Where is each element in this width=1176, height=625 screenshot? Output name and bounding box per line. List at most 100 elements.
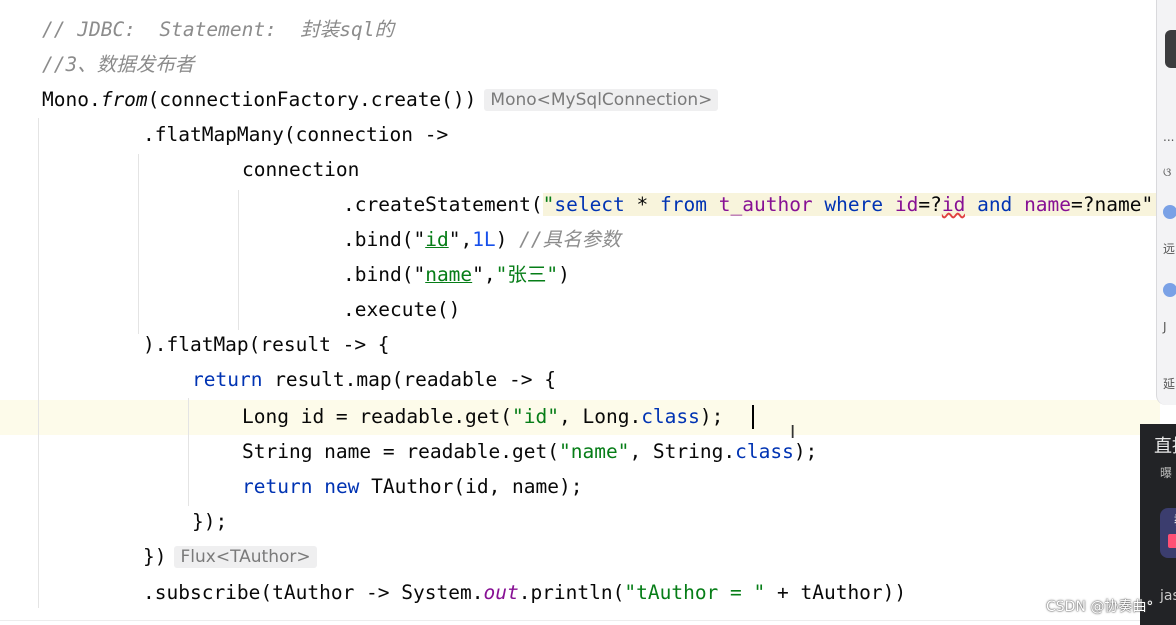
code-token: Long id = readable.get( — [242, 405, 513, 428]
code-token: .createStatement( — [343, 193, 543, 216]
code-token: //3、数据发布者 — [42, 53, 195, 76]
code-token: Mono. — [42, 88, 101, 111]
code-token — [1012, 193, 1025, 216]
panel-dot-icon — [1163, 205, 1176, 219]
panel-handle-icon[interactable] — [1165, 30, 1176, 68]
code-token: result.map(readable -> { — [262, 368, 556, 391]
code-line[interactable]: String name = readable.get("name", Strin… — [242, 434, 817, 469]
code-token: + tAuthor)) — [765, 581, 907, 604]
watermark: CSDN @协奏曲° — [1046, 599, 1154, 615]
ibeam-cursor-icon: I — [790, 422, 796, 443]
code-token: "tAuthor = " — [624, 581, 766, 604]
code-token: return — [242, 475, 313, 498]
code-line[interactable]: // JDBC: Statement: 封装sql的 — [42, 12, 394, 47]
panel-item[interactable]: J — [1163, 320, 1167, 334]
code-editor[interactable]: // JDBC: Statement: 封装sql的 //3、数据发布者 Mono.… — [0, 0, 1176, 625]
code-token: class — [735, 440, 794, 463]
code-token: .execute() — [343, 298, 461, 321]
code-token: String name = readable.get( — [242, 440, 559, 463]
indent-guide — [188, 398, 189, 506]
right-side-panel[interactable]: ... ଓ 远 J 延 — [1156, 0, 1176, 405]
code-line[interactable]: ).flatMap(result -> { — [143, 327, 390, 362]
code-token: and — [977, 193, 1013, 216]
code-token: "id" — [512, 405, 559, 428]
code-token: " — [542, 193, 555, 216]
code-token: return — [192, 368, 263, 391]
code-token: ); — [793, 440, 818, 463]
code-line[interactable]: .subscribe(tAuthor -> System.out.println… — [143, 575, 906, 610]
code-token: (connectionFactory.create()) — [147, 88, 477, 111]
overlay-title: 直播 — [1154, 436, 1176, 457]
code-token: where — [824, 193, 884, 216]
code-token: connection — [242, 158, 360, 181]
code-token: name — [1024, 193, 1072, 216]
code-token: out — [483, 581, 519, 604]
editor-bottom-border — [0, 620, 1140, 621]
code-token: from — [100, 88, 148, 111]
panel-item[interactable]: 延 — [1163, 375, 1175, 392]
code-line[interactable]: .execute() — [343, 292, 460, 327]
code-token: new — [324, 475, 360, 498]
code-token: // JDBC: Statement: 封装sql的 — [42, 18, 394, 41]
code-token: .println( — [518, 581, 625, 604]
code-token: id — [425, 228, 449, 251]
code-token: ) — [495, 228, 520, 251]
code-token: " — [472, 263, 484, 286]
code-token: * — [624, 193, 661, 216]
indent-guide — [238, 190, 239, 330]
code-token: " — [448, 228, 461, 251]
type-hint: Flux<TAuthor> — [174, 546, 317, 568]
code-token: t_author — [718, 193, 813, 216]
code-token: }); — [192, 510, 228, 533]
code-token: , — [460, 228, 473, 251]
panel-item[interactable]: ... — [1163, 130, 1174, 144]
code-line[interactable]: Long id = readable.get("id", Long.class)… — [242, 399, 723, 434]
code-token: " — [413, 228, 426, 251]
code-token: ) — [558, 263, 570, 286]
code-token: from — [660, 193, 707, 216]
code-token: =? — [918, 193, 942, 216]
code-line[interactable]: .bind("id",1L) //具名参数 — [343, 222, 621, 257]
code-line[interactable]: return result.map(readable -> { — [192, 362, 556, 397]
indent-guide — [138, 154, 139, 334]
code-token: id — [941, 193, 966, 216]
text-caret — [752, 405, 754, 429]
panel-dot-icon — [1163, 283, 1176, 297]
code-line[interactable]: connection — [242, 152, 359, 187]
live-stream-overlay[interactable]: 直播 曝 教 jas — [1140, 424, 1176, 625]
code-token: .subscribe(tAuthor -> System. — [143, 581, 484, 604]
code-token: .bind( — [343, 228, 414, 251]
code-token: " — [413, 263, 426, 286]
code-line[interactable]: return new TAuthor(id, name); — [242, 469, 583, 504]
code-token — [965, 193, 978, 216]
code-line[interactable]: }); — [192, 504, 227, 539]
panel-item[interactable]: ଓ — [1163, 165, 1171, 180]
code-token: name — [425, 263, 473, 286]
overlay-footer: jas — [1160, 588, 1176, 604]
code-line[interactable]: Mono.from(connectionFactory.create()) Mon… — [42, 82, 719, 117]
code-line[interactable]: .createStatement("select * from t_author… — [343, 187, 1176, 222]
code-token: }) — [143, 545, 167, 568]
code-token: class — [641, 405, 700, 428]
code-token: id — [894, 193, 919, 216]
code-token: 1L — [472, 228, 496, 251]
code-line[interactable]: .bind("name","张三") — [343, 257, 570, 292]
code-token: "张三" — [495, 263, 559, 286]
code-token: ); — [699, 405, 724, 428]
code-token: , Long. — [559, 405, 642, 428]
code-token — [812, 193, 825, 216]
code-line[interactable]: //3、数据发布者 — [42, 47, 194, 82]
type-hint: Mono<MySqlConnection> — [484, 89, 719, 111]
code-token — [883, 193, 895, 216]
code-token: //具名参数 — [519, 228, 621, 251]
code-token: ).flatMap(result -> { — [143, 333, 390, 356]
code-line[interactable]: .flatMapMany(connection -> — [143, 117, 448, 152]
code-token: TAuthor(id, name); — [359, 475, 583, 498]
notification-icon — [1168, 534, 1176, 548]
code-line[interactable]: }) Flux<TAuthor> — [143, 539, 317, 574]
code-token: , String. — [629, 440, 736, 463]
code-token: "name" — [558, 440, 630, 463]
panel-item[interactable]: 远 — [1163, 240, 1175, 257]
overlay-subtitle: 曝 — [1160, 466, 1173, 480]
